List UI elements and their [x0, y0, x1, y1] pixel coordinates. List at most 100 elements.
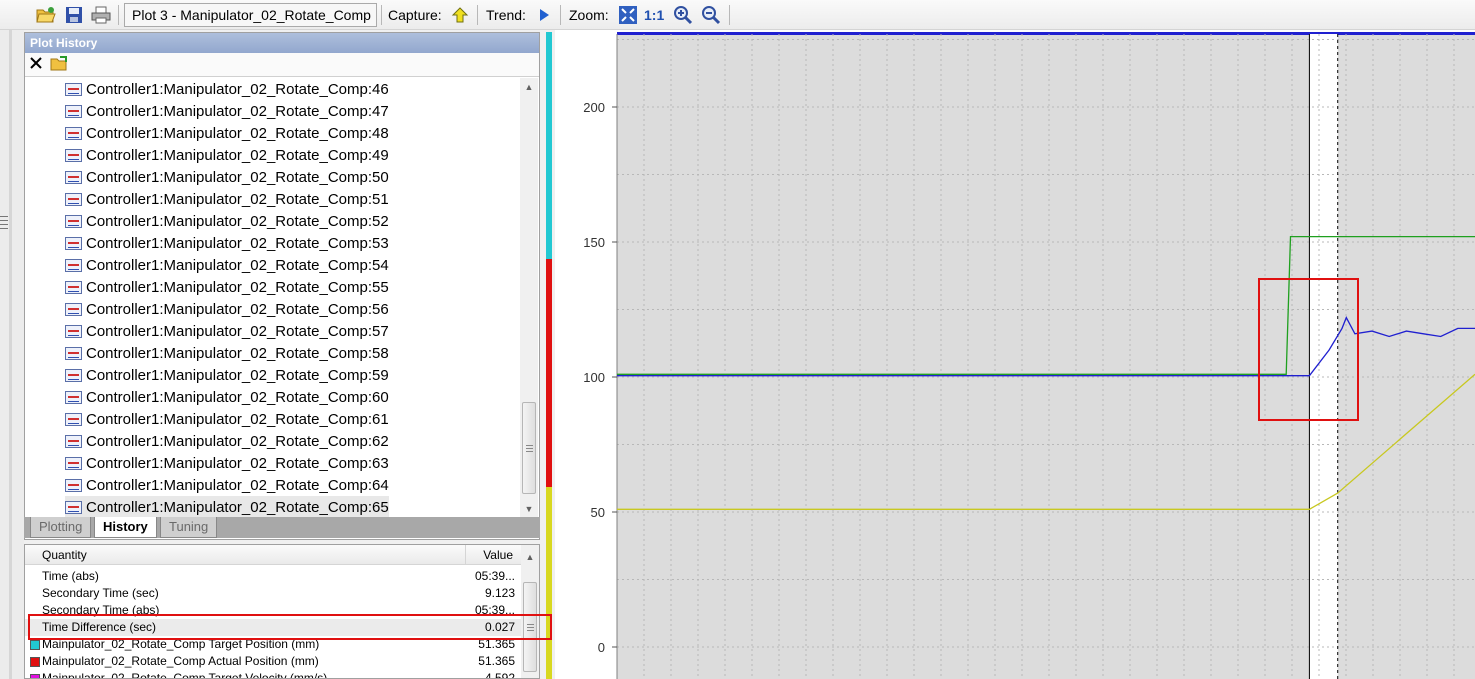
property-row[interactable]: Secondary Time (sec) 9.123	[25, 585, 521, 602]
properties-header: Quantity Value	[25, 545, 539, 565]
plot-icon	[65, 434, 82, 448]
export-button[interactable]	[50, 55, 68, 74]
property-quantity: Mainpulator_02_Rotate_Comp Actual Positi…	[42, 654, 319, 668]
list-item[interactable]: Controller1:Manipulator_02_Rotate_Comp:5…	[65, 232, 389, 254]
capture-button[interactable]	[448, 3, 472, 27]
list-item-label: Controller1:Manipulator_02_Rotate_Comp:5…	[86, 190, 389, 208]
plot-icon	[65, 170, 82, 184]
y-tick-label: 100	[583, 370, 605, 385]
property-row[interactable]: Mainpulator_02_Rotate_Comp Target Veloci…	[25, 670, 521, 679]
plot-icon	[65, 258, 82, 272]
list-item-label: Controller1:Manipulator_02_Rotate_Comp:4…	[86, 80, 389, 98]
properties-scrollbar[interactable]: ▲	[521, 545, 539, 678]
scroll-up-icon[interactable]: ▲	[521, 548, 539, 566]
list-item[interactable]: Controller1:Manipulator_02_Rotate_Comp:4…	[65, 100, 389, 122]
folder-open-icon	[36, 7, 56, 23]
list-item-label: Controller1:Manipulator_02_Rotate_Comp:5…	[86, 234, 389, 252]
property-value: 05:39...	[474, 569, 515, 583]
list-item[interactable]: Controller1:Manipulator_02_Rotate_Comp:6…	[65, 386, 389, 408]
zoom-1to1-button[interactable]: 1:1	[644, 3, 664, 27]
tab-tuning[interactable]: Tuning	[160, 517, 218, 538]
zoom-in-button[interactable]	[671, 3, 695, 27]
list-item[interactable]: Controller1:Manipulator_02_Rotate_Comp:6…	[65, 452, 389, 474]
list-item[interactable]: Controller1:Manipulator_02_Rotate_Comp:6…	[65, 408, 389, 430]
list-item[interactable]: Controller1:Manipulator_02_Rotate_Comp:4…	[65, 144, 389, 166]
open-button[interactable]	[34, 3, 58, 27]
list-item[interactable]: Controller1:Manipulator_02_Rotate_Comp:5…	[65, 254, 389, 276]
list-item-label: Controller1:Manipulator_02_Rotate_Comp:6…	[86, 454, 389, 472]
list-item-label: Controller1:Manipulator_02_Rotate_Comp:5…	[86, 256, 389, 274]
plot-icon	[65, 126, 82, 140]
list-item[interactable]: Controller1:Manipulator_02_Rotate_Comp:5…	[65, 320, 389, 342]
list-item-label: Controller1:Manipulator_02_Rotate_Comp:4…	[86, 146, 389, 164]
column-quantity[interactable]: Quantity	[42, 548, 87, 562]
left-splitter[interactable]	[0, 30, 24, 679]
capture-label: Capture:	[388, 7, 442, 23]
plot-icon	[65, 478, 82, 492]
list-item[interactable]: Controller1:Manipulator_02_Rotate_Comp:4…	[65, 122, 389, 144]
plot-icon	[65, 82, 82, 96]
plot-history-panel: Plot History Controller1:Manipulator_02_…	[24, 32, 540, 540]
property-value: 9.123	[484, 586, 515, 600]
zoom-fit-button[interactable]	[616, 3, 640, 27]
property-row[interactable]: Mainpulator_02_Rotate_Comp Actual Positi…	[25, 653, 521, 670]
tab-history[interactable]: History	[94, 517, 157, 538]
list-item[interactable]: Controller1:Manipulator_02_Rotate_Comp:5…	[65, 364, 389, 386]
list-item[interactable]: Controller1:Manipulator_02_Rotate_Comp:5…	[65, 188, 389, 210]
list-item[interactable]: Controller1:Manipulator_02_Rotate_Comp:6…	[65, 474, 389, 496]
plot-icon	[65, 324, 82, 338]
plot-icon	[65, 214, 82, 228]
grip-icon	[0, 216, 8, 230]
plot-icon	[65, 192, 82, 206]
history-scrollbar[interactable]: ▲ ▼	[520, 78, 538, 518]
scroll-up-icon[interactable]: ▲	[520, 78, 538, 96]
list-item[interactable]: Controller1:Manipulator_02_Rotate_Comp:5…	[65, 166, 389, 188]
color-swatch	[30, 657, 40, 667]
list-item[interactable]: Controller1:Manipulator_02_Rotate_Comp:6…	[65, 430, 389, 452]
plot-title-field[interactable]: Plot 3 - Manipulator_02_Rotate_Comp	[124, 3, 377, 27]
save-icon	[66, 7, 82, 23]
plot-icon	[65, 104, 82, 118]
print-button[interactable]	[89, 3, 113, 27]
delete-button[interactable]	[28, 55, 44, 74]
property-row[interactable]: Time (abs) 05:39...	[25, 568, 521, 585]
color-swatch	[30, 640, 40, 650]
property-value: 4.592	[484, 671, 515, 679]
zoom-fit-icon	[619, 6, 637, 24]
column-value[interactable]: Value	[483, 548, 513, 562]
toolbar: Plot 3 - Manipulator_02_Rotate_Comp Capt…	[0, 0, 1475, 30]
property-value: 51.365	[478, 654, 515, 668]
plot-icon	[65, 236, 82, 250]
scroll-thumb[interactable]	[522, 402, 536, 494]
plot-history-list: Controller1:Manipulator_02_Rotate_Comp:4…	[25, 78, 521, 518]
plot-icon	[65, 368, 82, 382]
save-button[interactable]	[62, 3, 86, 27]
panel-title: Plot History	[25, 33, 539, 53]
list-item-label: Controller1:Manipulator_02_Rotate_Comp:5…	[86, 322, 389, 340]
panel-tabs: Plotting History Tuning	[24, 517, 540, 538]
list-item[interactable]: Controller1:Manipulator_02_Rotate_Comp:5…	[65, 276, 389, 298]
list-item[interactable]: Controller1:Manipulator_02_Rotate_Comp:4…	[65, 78, 389, 100]
list-item-label: Controller1:Manipulator_02_Rotate_Comp:5…	[86, 366, 389, 384]
list-item[interactable]: Controller1:Manipulator_02_Rotate_Comp:6…	[65, 496, 389, 518]
list-item-label: Controller1:Manipulator_02_Rotate_Comp:6…	[86, 476, 389, 494]
print-icon	[91, 6, 111, 24]
tab-plotting[interactable]: Plotting	[30, 517, 92, 538]
scroll-down-icon[interactable]: ▼	[520, 500, 538, 518]
close-icon	[30, 57, 42, 69]
zoom-label: Zoom:	[569, 7, 609, 23]
y-tick-label: 0	[598, 640, 605, 655]
list-item[interactable]: Controller1:Manipulator_02_Rotate_Comp:5…	[65, 210, 389, 232]
list-item[interactable]: Controller1:Manipulator_02_Rotate_Comp:5…	[65, 298, 389, 320]
plot-icon	[65, 346, 82, 360]
trend-play-button[interactable]	[532, 3, 556, 27]
zoom-out-button[interactable]	[699, 3, 723, 27]
plot-icon	[65, 302, 82, 316]
list-item-label: Controller1:Manipulator_02_Rotate_Comp:6…	[86, 432, 389, 450]
plot-icon	[65, 456, 82, 470]
list-item-label: Controller1:Manipulator_02_Rotate_Comp:5…	[86, 168, 389, 186]
y-tick-label: 50	[591, 505, 605, 520]
list-item[interactable]: Controller1:Manipulator_02_Rotate_Comp:5…	[65, 342, 389, 364]
plot-icon	[65, 412, 82, 426]
color-swatch	[30, 674, 40, 678]
